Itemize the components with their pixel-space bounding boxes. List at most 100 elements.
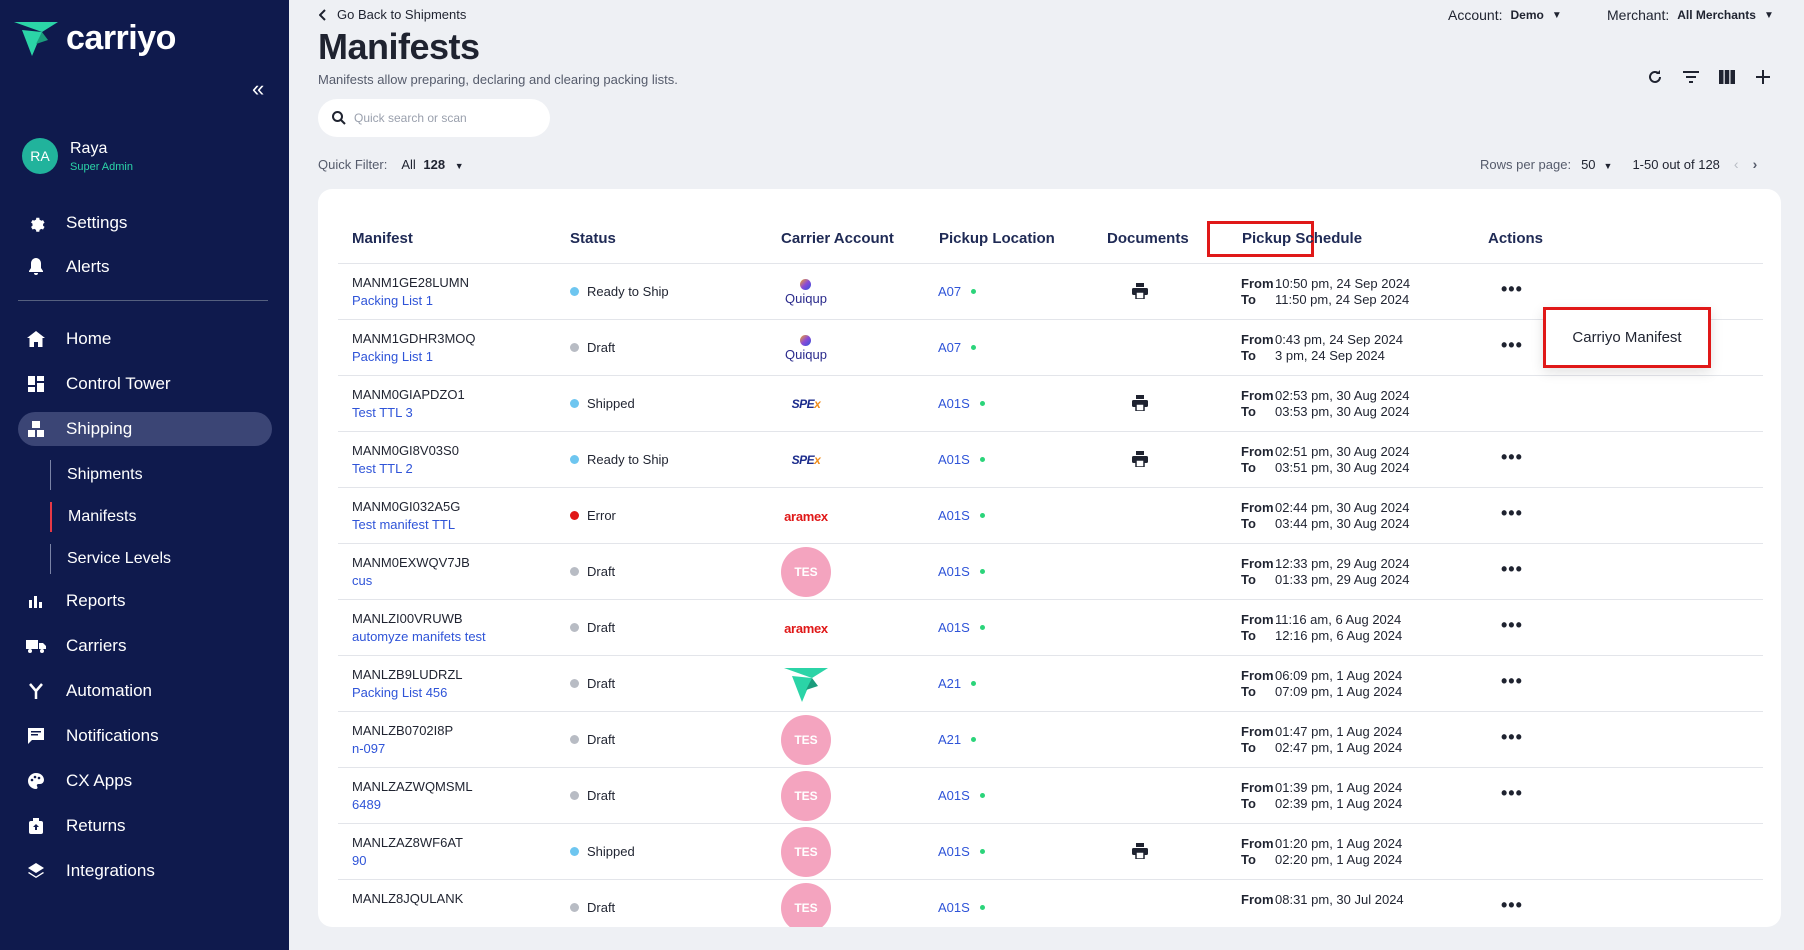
sidebar-item-notifications[interactable]: Notifications [18, 719, 272, 753]
merchant-selector[interactable]: Merchant: All Merchants ▼ [1607, 7, 1774, 23]
manifest-id[interactable]: MANLZB9LUDRZL [352, 667, 463, 682]
carriyo-manifest-menu-item[interactable]: Carriyo Manifest [1543, 307, 1711, 368]
pickup-location-link[interactable]: A01S [938, 844, 985, 859]
packing-list-link[interactable]: cus [352, 573, 470, 588]
packing-list-link[interactable]: 90 [352, 853, 463, 868]
more-actions-icon[interactable]: ••• [1501, 447, 1523, 468]
column-pickup-location[interactable]: Pickup Location [939, 230, 1055, 247]
manifest-cell: MANM0EXWQV7JB cus [352, 555, 470, 588]
pickup-location-link[interactable]: A01S [938, 620, 985, 635]
sidebar-item-control-tower[interactable]: Control Tower [18, 367, 272, 401]
from-label: From [1241, 444, 1274, 459]
next-page-icon[interactable]: › [1753, 156, 1758, 172]
user-profile[interactable]: RA Raya Super Admin [22, 138, 133, 174]
pickup-location-link[interactable]: A01S [938, 788, 985, 803]
rows-per-page-select[interactable]: 50 ▼ [1581, 157, 1612, 172]
table-row[interactable]: MANLZI00VRUWB automyze manifets test Draft… [338, 600, 1763, 656]
more-actions-icon[interactable]: ••• [1501, 559, 1523, 580]
more-actions-icon[interactable]: ••• [1501, 671, 1523, 692]
column-pickup-schedule[interactable]: Pickup Schedule [1242, 230, 1362, 247]
packing-list-link[interactable]: Packing List 1 [352, 349, 476, 364]
back-link[interactable]: Go Back to Shipments [319, 7, 466, 22]
pickup-location-link[interactable]: A01S [938, 900, 985, 915]
printer-icon[interactable] [1132, 843, 1148, 864]
table-row[interactable]: MANLZAZ8WF6AT 90 Shipped TES A01S From 01:20 p… [338, 824, 1763, 880]
manifest-id[interactable]: MANM0EXWQV7JB [352, 555, 470, 570]
sidebar-item-automation[interactable]: Automation [18, 674, 272, 708]
table-row[interactable]: MANM0GI8V03S0 Test TTL 2 Ready to Ship SPEx… [338, 432, 1763, 488]
packing-list-link[interactable]: Test manifest TTL [352, 517, 460, 532]
schedule-from: 10:50 pm, 24 Sep 2024 [1275, 276, 1411, 291]
manifest-id[interactable]: MANLZ8JQULANK [352, 891, 463, 906]
table-row[interactable]: MANLZAZWQMSML 6489 Draft TES A01S From 01:39 p… [338, 768, 1763, 824]
printer-icon[interactable] [1132, 395, 1148, 416]
column-manifest[interactable]: Manifest [352, 230, 413, 247]
manifest-id[interactable]: MANLZB0702I8P [352, 723, 453, 738]
account-selector[interactable]: Account: Demo ▼ [1448, 7, 1562, 23]
packing-list-link[interactable]: Test TTL 2 [352, 461, 459, 476]
sidebar-item-returns[interactable]: Returns [18, 809, 272, 843]
refresh-icon[interactable] [1646, 68, 1664, 86]
table-row[interactable]: MANM0GIAPDZO1 Test TTL 3 Shipped SPEx A01S Fr… [338, 376, 1763, 432]
pickup-location-link[interactable]: A21 [938, 732, 977, 747]
pickup-location-link[interactable]: A01S [938, 396, 985, 411]
column-carrier-account[interactable]: Carrier Account [781, 230, 894, 247]
packing-list-link[interactable]: automyze manifets test [352, 629, 486, 644]
more-actions-icon[interactable]: ••• [1501, 503, 1523, 524]
more-actions-icon[interactable]: ••• [1501, 783, 1523, 804]
sidebar-item-integrations[interactable]: Integrations [18, 854, 272, 888]
packing-list-link[interactable]: n-097 [352, 741, 453, 756]
search-input[interactable] [354, 111, 534, 125]
quick-filter-select[interactable]: All 128 ▼ [401, 157, 463, 172]
manifest-id[interactable]: MANM0GIAPDZO1 [352, 387, 465, 402]
sidebar-item-service-levels[interactable]: Service Levels [50, 544, 171, 574]
printer-icon[interactable] [1132, 451, 1148, 472]
more-actions-icon[interactable]: ••• [1501, 895, 1523, 916]
table-row[interactable]: MANM0GI032A5G Test manifest TTL Error arame… [338, 488, 1763, 544]
packing-list-link[interactable]: Packing List 1 [352, 293, 469, 308]
table-row[interactable]: MANLZ8JQULANK Draft TES A01S From 08:31 pm, 3… [338, 880, 1763, 927]
manifest-id[interactable]: MANLZAZWQMSML [352, 779, 473, 794]
sidebar-item-alerts[interactable]: Alerts [18, 250, 272, 284]
search-box[interactable] [318, 99, 550, 137]
sidebar-item-home[interactable]: Home [18, 322, 272, 356]
sidebar-item-reports[interactable]: Reports [18, 584, 272, 618]
sidebar-item-shipments[interactable]: Shipments [50, 460, 143, 490]
pickup-location-link[interactable]: A07 [938, 340, 977, 355]
more-actions-icon[interactable]: ••• [1501, 727, 1523, 748]
more-actions-icon[interactable]: ••• [1501, 335, 1523, 356]
manifest-id[interactable]: MANM1GE28LUMN [352, 275, 469, 290]
prev-page-icon[interactable]: ‹ [1734, 156, 1739, 172]
sidebar-item-cx-apps[interactable]: CX Apps [18, 764, 272, 798]
packing-list-link[interactable]: Test TTL 3 [352, 405, 465, 420]
sidebar-item-manifests[interactable]: Manifests [50, 502, 136, 532]
more-actions-icon[interactable]: ••• [1501, 279, 1523, 300]
collapse-sidebar-icon[interactable]: « [252, 76, 264, 102]
packing-list-link[interactable]: 6489 [352, 797, 473, 812]
filter-icon[interactable] [1682, 68, 1700, 86]
sidebar-item-shipping[interactable]: Shipping [18, 412, 272, 446]
column-documents[interactable]: Documents [1107, 230, 1189, 247]
pickup-location-link[interactable]: A01S [938, 452, 985, 467]
manifest-id[interactable]: MANLZI00VRUWB [352, 611, 486, 626]
carriyo-logo[interactable]: carriyo [12, 18, 176, 58]
pickup-location-link[interactable]: A07 [938, 284, 977, 299]
manifest-id[interactable]: MANM1GDHR3MOQ [352, 331, 476, 346]
sidebar-item-settings[interactable]: Settings [18, 206, 272, 240]
column-status[interactable]: Status [570, 230, 616, 247]
pickup-location-link[interactable]: A01S [938, 564, 985, 579]
table-row[interactable]: MANLZB9LUDRZL Packing List 456 Draft A21 Fro… [338, 656, 1763, 712]
pickup-location-link[interactable]: A21 [938, 676, 977, 691]
manifest-id[interactable]: MANM0GI032A5G [352, 499, 460, 514]
manifest-id[interactable]: MANM0GI8V03S0 [352, 443, 459, 458]
add-icon[interactable] [1754, 68, 1772, 86]
sidebar-item-carriers[interactable]: Carriers [18, 629, 272, 663]
printer-icon[interactable] [1132, 283, 1148, 304]
manifest-id[interactable]: MANLZAZ8WF6AT [352, 835, 463, 850]
pickup-location-link[interactable]: A01S [938, 508, 985, 523]
table-row[interactable]: MANM0EXWQV7JB cus Draft TES A01S From 12:33 pm… [338, 544, 1763, 600]
more-actions-icon[interactable]: ••• [1501, 615, 1523, 636]
packing-list-link[interactable]: Packing List 456 [352, 685, 463, 700]
table-row[interactable]: MANLZB0702I8P n-097 Draft TES A21 From 01:47 p… [338, 712, 1763, 768]
columns-icon[interactable] [1718, 68, 1736, 86]
